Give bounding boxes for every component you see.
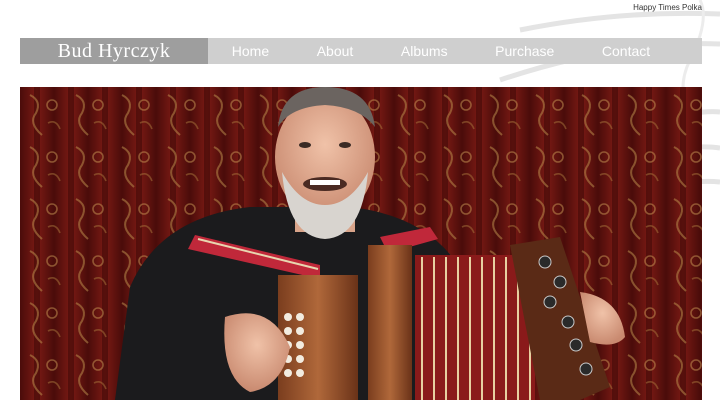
site-tagline: Happy Times Polka	[633, 3, 702, 12]
nav-item-purchase[interactable]: Purchase	[495, 43, 554, 59]
site-brand[interactable]: Bud Hyrczyk	[20, 38, 208, 64]
nav-item-albums[interactable]: Albums	[401, 43, 448, 59]
hero-photo	[20, 87, 702, 400]
nav-item-home[interactable]: Home	[232, 43, 269, 59]
nav-menu: Home About Albums Purchase Contact	[208, 38, 702, 64]
page: Happy Times Polka Bud Hyrczyk Home About…	[0, 0, 720, 400]
main-navigation: Bud Hyrczyk Home About Albums Purchase C…	[20, 38, 702, 64]
accordion-player-image	[20, 87, 702, 400]
nav-item-about[interactable]: About	[317, 43, 354, 59]
nav-item-contact[interactable]: Contact	[602, 43, 650, 59]
